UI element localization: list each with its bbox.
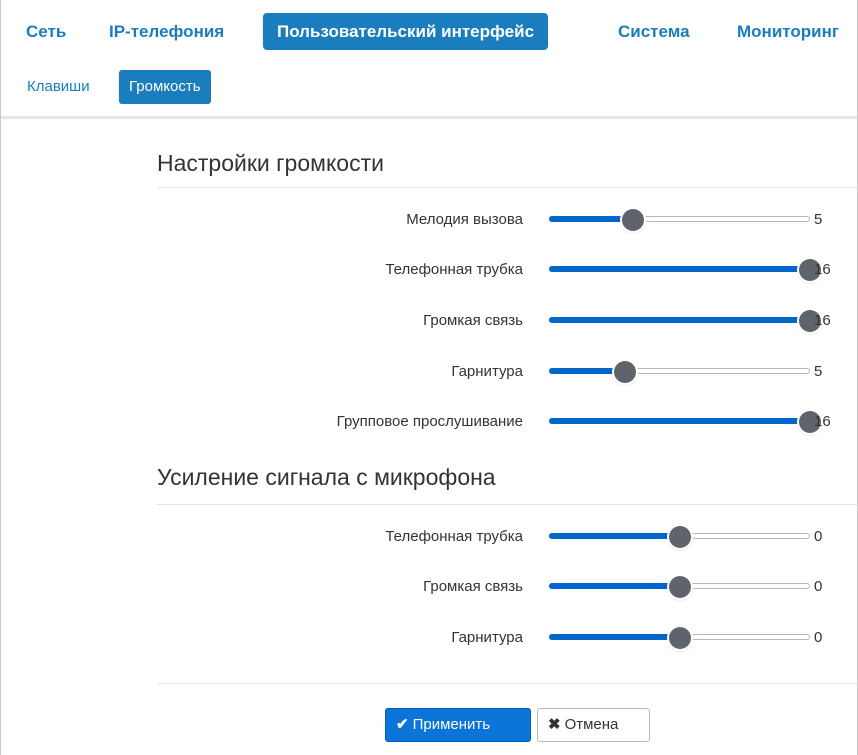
slider-label: Телефонная трубка <box>385 528 523 545</box>
slider-label: Телефонная трубка <box>385 261 523 278</box>
subtab-keys[interactable]: Клавиши <box>17 70 100 104</box>
slider-value: 0 <box>814 629 823 646</box>
tab-network[interactable]: Сеть <box>12 13 80 50</box>
footer-divider <box>157 683 858 684</box>
slider-value: 0 <box>814 528 823 545</box>
tab-monitoring[interactable]: Мониторинг <box>723 13 853 50</box>
slider-row: Групповое прослушивание 16 <box>0 407 858 437</box>
slider-value: 16 <box>814 261 831 278</box>
apply-label: Применить <box>412 716 491 733</box>
slider-thumb[interactable] <box>613 361 636 383</box>
tab-user-interface[interactable]: Пользовательский интерфейс <box>263 13 549 50</box>
slider-label: Гарнитура <box>451 629 523 646</box>
group-listening-volume-slider[interactable] <box>549 411 821 433</box>
cancel-button[interactable]: ✖ Отмена <box>537 708 650 742</box>
speakerphone-volume-slider[interactable] <box>549 310 821 332</box>
subtab-volume[interactable]: Громкость <box>119 70 211 104</box>
apply-button[interactable]: ✔ Применить <box>385 708 531 742</box>
ringtone-volume-slider[interactable] <box>549 209 810 231</box>
check-icon: ✔ <box>396 716 409 733</box>
slider-label: Громкая связь <box>423 312 523 329</box>
slider-label: Гарнитура <box>451 363 523 380</box>
x-icon: ✖ <box>548 716 561 733</box>
slider-thumb[interactable] <box>668 576 691 598</box>
slider-value: 0 <box>814 578 823 595</box>
slider-value: 5 <box>814 211 823 228</box>
section-title-mic-gain: Усиление сигнала с микрофона <box>157 464 496 490</box>
slider-row: Громкая связь 16 <box>0 306 858 336</box>
handset-volume-slider[interactable] <box>549 259 821 281</box>
section-divider <box>157 504 858 505</box>
slider-label: Групповое прослушивание <box>336 413 523 430</box>
section-divider <box>157 187 858 188</box>
section-title-volume: Настройки громкости <box>157 150 384 176</box>
slider-row: Телефонная трубка 0 <box>0 522 858 552</box>
headset-mic-gain-slider[interactable] <box>549 627 810 649</box>
slider-value: 5 <box>814 363 823 380</box>
slider-thumb[interactable] <box>668 526 691 548</box>
tab-system[interactable]: Система <box>604 13 704 50</box>
handset-mic-gain-slider[interactable] <box>549 526 810 548</box>
slider-thumb[interactable] <box>621 209 644 231</box>
slider-label: Громкая связь <box>423 578 523 595</box>
tab-ip-telephony[interactable]: IP-телефония <box>95 13 238 50</box>
slider-value: 16 <box>814 413 831 430</box>
headset-volume-slider[interactable] <box>549 361 810 383</box>
slider-row: Гарнитура 0 <box>0 623 858 653</box>
slider-value: 16 <box>814 312 831 329</box>
slider-row: Гарнитура 5 <box>0 357 858 387</box>
slider-thumb[interactable] <box>668 627 691 649</box>
speakerphone-mic-gain-slider[interactable] <box>549 576 810 598</box>
slider-label: Мелодия вызова <box>406 211 523 228</box>
slider-row: Мелодия вызова 5 <box>0 205 858 235</box>
slider-row: Громкая связь 0 <box>0 572 858 602</box>
header-divider <box>1 116 857 119</box>
cancel-label: Отмена <box>564 716 619 733</box>
slider-row: Телефонная трубка 16 <box>0 255 858 285</box>
